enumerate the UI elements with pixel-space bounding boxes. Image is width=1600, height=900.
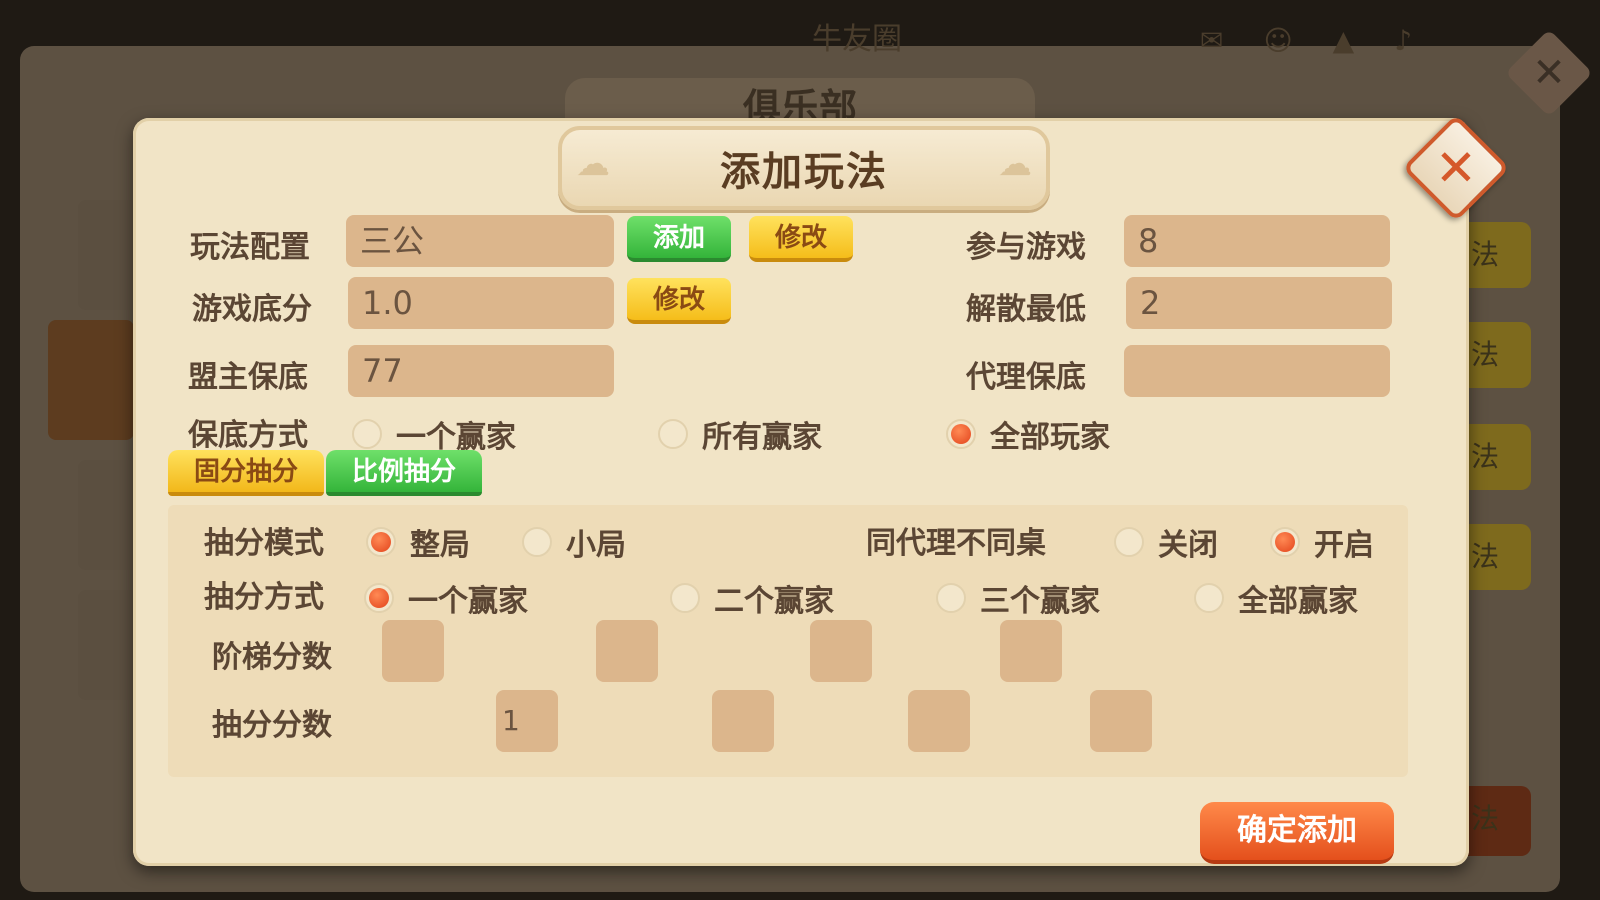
people-icon: ☺ (1263, 24, 1293, 57)
edit-base-score-button[interactable]: 修改 (627, 278, 731, 324)
radio-unselected-icon (670, 583, 700, 613)
play-config-field[interactable]: 三公 (346, 215, 614, 267)
background-side-button: 法 (1465, 424, 1531, 490)
radio-unselected-icon (936, 583, 966, 613)
draw-mode-option-round[interactable]: 小局 (522, 520, 626, 564)
background-close-icon: ✕ (1505, 29, 1593, 117)
confirm-add-button[interactable]: 确定添加 (1200, 802, 1394, 864)
background-top-title: 牛友圈 (812, 22, 902, 57)
draw-method-option-three-winners[interactable]: 三个赢家 (936, 576, 1100, 620)
draw-method-option-one-winner[interactable]: 一个赢家 (364, 576, 528, 620)
ladder-score-field[interactable] (382, 620, 444, 682)
same-agent-option-off[interactable]: 关闭 (1114, 520, 1218, 564)
radio-unselected-icon (522, 527, 552, 557)
close-icon: ✕ (1435, 139, 1477, 197)
agent-floor-label: 代理保底 (966, 360, 1086, 395)
draw-method-option-two-winners[interactable]: 二个赢家 (670, 576, 834, 620)
draw-method-label: 抽分方式 (204, 580, 324, 615)
play-config-label: 玩法配置 (190, 230, 310, 265)
draw-settings-panel (168, 505, 1408, 777)
background-side-button: 法 (1465, 786, 1531, 856)
edit-play-config-button[interactable]: 修改 (749, 216, 853, 262)
join-game-label: 参与游戏 (966, 230, 1086, 265)
same-agent-label: 同代理不同桌 (866, 526, 1046, 561)
draw-score-field[interactable]: 1 (496, 690, 558, 752)
background-top-icons: ✉ ☺ ▲ ♪ (1200, 24, 1412, 57)
radio-selected-icon (946, 419, 976, 449)
dialog-title: 添加玩法 (720, 149, 888, 195)
tab-ratio-draw[interactable]: 比例抽分 (326, 450, 482, 496)
draw-mode-label: 抽分模式 (204, 526, 324, 561)
draw-score-field[interactable] (908, 690, 970, 752)
background-left-item (78, 590, 138, 700)
draw-scores-label: 抽分分数 (212, 708, 332, 743)
cloud-ornament-icon: ☁ (998, 144, 1032, 184)
draw-score-field[interactable] (712, 690, 774, 752)
base-score-field[interactable]: 1.0 (348, 277, 614, 329)
ladder-scores-label: 阶梯分数 (212, 640, 332, 675)
radio-selected-icon (364, 583, 394, 613)
music-icon: ♪ (1394, 24, 1413, 57)
radio-selected-icon (366, 527, 396, 557)
radio-unselected-icon (1194, 583, 1224, 613)
background-left-item (78, 460, 138, 570)
background-side-button: 法 (1465, 322, 1531, 388)
cloud-ornament-icon: ☁ (576, 144, 610, 184)
dissolve-min-field[interactable]: 2 (1126, 277, 1392, 329)
mail-icon: ✉ (1200, 24, 1224, 57)
radio-unselected-icon (658, 419, 688, 449)
floor-mode-option-all-winners[interactable]: 所有赢家 (658, 412, 822, 456)
floor-mode-label: 保底方式 (188, 418, 308, 453)
radio-selected-icon (1270, 527, 1300, 557)
background-side-button: 法 (1465, 222, 1531, 288)
dialog-title-plate: ☁ 添加玩法 ☁ (558, 126, 1050, 210)
ladder-score-field[interactable] (810, 620, 872, 682)
base-score-label: 游戏底分 (192, 292, 312, 327)
background-left-item (78, 200, 138, 310)
radio-unselected-icon (352, 419, 382, 449)
join-game-field[interactable]: 8 (1124, 215, 1390, 267)
ladder-score-field[interactable] (596, 620, 658, 682)
draw-mode-option-whole[interactable]: 整局 (366, 520, 470, 564)
background-left-item (48, 320, 134, 440)
tab-fixed-draw[interactable]: 固分抽分 (168, 450, 324, 496)
radio-unselected-icon (1114, 527, 1144, 557)
add-play-config-button[interactable]: 添加 (627, 216, 731, 262)
same-agent-option-on[interactable]: 开启 (1270, 520, 1374, 564)
graduation-icon: ▲ (1332, 24, 1355, 57)
leader-floor-field[interactable]: 77 (348, 345, 614, 397)
floor-mode-option-all-players[interactable]: 全部玩家 (946, 412, 1110, 456)
draw-method-option-all-winners[interactable]: 全部赢家 (1194, 576, 1358, 620)
leader-floor-label: 盟主保底 (188, 360, 308, 395)
background-side-button: 法 (1465, 524, 1531, 590)
draw-score-field[interactable] (1090, 690, 1152, 752)
agent-floor-field[interactable] (1124, 345, 1390, 397)
ladder-score-field[interactable] (1000, 620, 1062, 682)
dissolve-min-label: 解散最低 (966, 292, 1086, 327)
